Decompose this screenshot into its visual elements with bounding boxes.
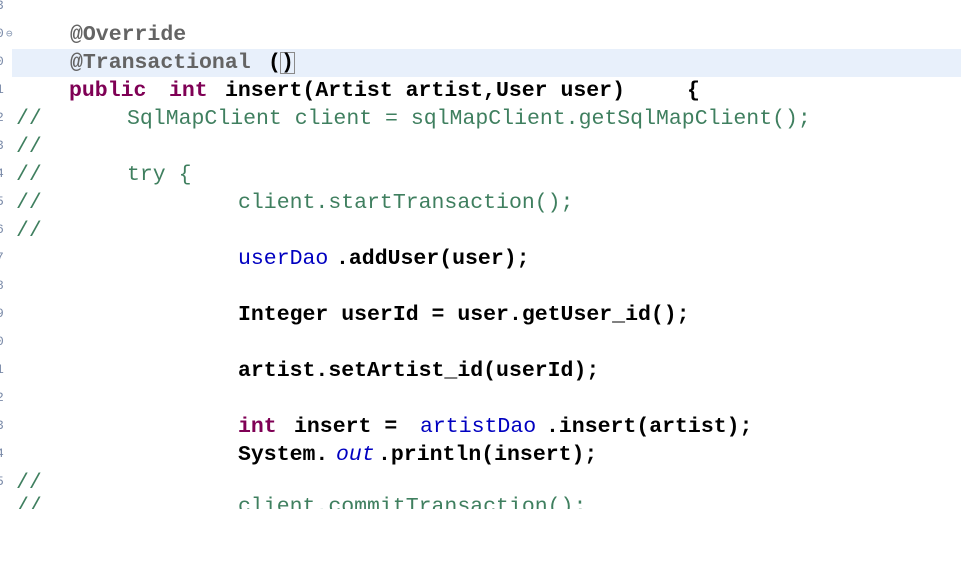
statement-text: insert = (294, 415, 411, 439)
line-number: 0 (0, 328, 8, 356)
statement-text: System. (238, 443, 329, 467)
annotation-override: @Override (70, 23, 187, 47)
keyword-int: int (238, 415, 277, 439)
commented-code: try { (127, 163, 192, 187)
code-line[interactable]: artist.setArtist_id(userId); (12, 357, 961, 385)
line-number: 9 (0, 300, 8, 328)
paren-open: ( (268, 51, 281, 75)
line-number: 1 (0, 356, 8, 384)
line-number: 2 (0, 104, 8, 132)
statement-text: Integer userId = user.getUser_id(); (238, 303, 690, 327)
comment-marker: // (16, 219, 42, 243)
line-number: 8 (0, 272, 8, 300)
code-line[interactable]: // (12, 133, 961, 161)
statement-text: .println(insert); (378, 443, 598, 467)
text-cursor: ) (280, 51, 295, 75)
field-userdao: userDao (238, 247, 329, 271)
code-line[interactable]: System. out .println(insert); (12, 441, 961, 469)
line-number: 2 (0, 384, 8, 412)
code-line-current[interactable]: @Transactional ( ) (12, 49, 961, 77)
code-line[interactable]: // try { (12, 161, 961, 189)
commented-code: SqlMapClient client = sqlMapClient.getSq… (127, 107, 811, 131)
code-line[interactable]: public int insert(Artist artist,User use… (12, 77, 961, 105)
static-field-out: out (336, 443, 375, 467)
code-line[interactable]: // client.startTransaction(); (12, 189, 961, 217)
method-signature: insert(Artist artist,User user) (225, 79, 625, 103)
comment-marker: // (16, 495, 42, 509)
commented-code: client.commitTransaction(); (238, 495, 587, 509)
statement-text: .insert(artist); (546, 415, 753, 439)
comment-marker: // (16, 107, 42, 131)
code-line[interactable]: // (12, 217, 961, 245)
keyword-int: int (169, 79, 208, 103)
line-number: 5 (0, 188, 8, 216)
line-number: 3 (0, 132, 8, 160)
line-number-gutter: 3 0 0 1 2 3 4 5 6 7 8 9 0 1 2 3 4 5 ⊖ (0, 0, 13, 509)
annotation-transactional: @Transactional (70, 51, 251, 75)
line-number: 3 (0, 0, 8, 20)
code-line-partial[interactable]: // client.commitTransaction(); (12, 493, 961, 509)
statement-text: .addUser(user); (336, 247, 530, 271)
line-number: 4 (0, 160, 8, 188)
commented-code: client.startTransaction(); (238, 191, 574, 215)
comment-marker: // (16, 191, 42, 215)
field-artistdao: artistDao (420, 415, 537, 439)
code-line[interactable]: userDao .addUser(user); (12, 245, 961, 273)
comment-marker: // (16, 135, 42, 159)
line-number: 3 (0, 412, 8, 440)
code-line[interactable]: // SqlMapClient client = sqlMapClient.ge… (12, 105, 961, 133)
code-line[interactable]: int insert = artistDao .insert(artist); (12, 413, 961, 441)
line-number: 5 (0, 468, 8, 496)
line-number: 4 (0, 440, 8, 468)
comment-marker: // (16, 163, 42, 187)
line-number: 1 (0, 76, 8, 104)
code-line[interactable]: @Override (12, 21, 961, 49)
line-number: 7 (0, 244, 8, 272)
line-number: 0 (0, 48, 8, 76)
line-number: 6 (0, 216, 8, 244)
statement-text: artist.setArtist_id(userId); (238, 359, 600, 383)
brace-open: { (687, 79, 700, 103)
code-line[interactable]: Integer userId = user.getUser_id(); (12, 301, 961, 329)
keyword-public: public (69, 79, 147, 103)
